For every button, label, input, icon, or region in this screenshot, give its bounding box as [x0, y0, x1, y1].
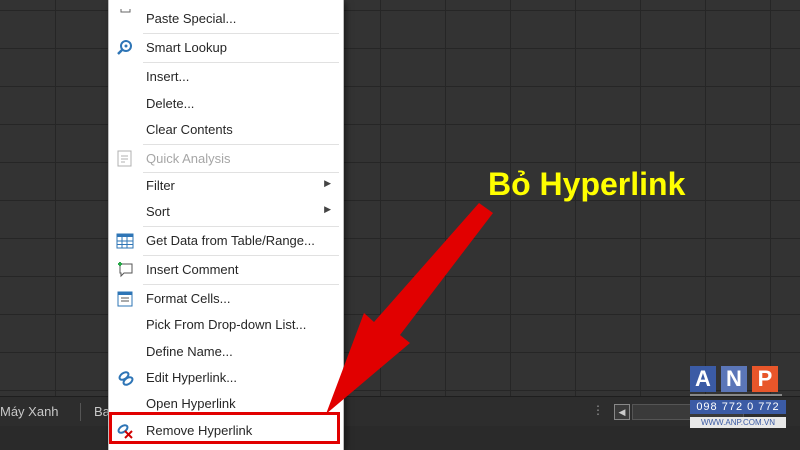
menu-item-label: Smart Lookup [146, 40, 227, 55]
logo-letter: P [752, 366, 778, 392]
logo-url: WWW.ANP.COM.VN [690, 417, 786, 428]
menu-item-pick-from-list[interactable]: Pick From Drop-down List... [109, 312, 343, 338]
menu-item-label: Quick Analysis [146, 151, 231, 166]
menu-item-label: Insert... [146, 69, 190, 84]
menu-item-label: Open Hyperlink [146, 396, 236, 411]
paste-icon [115, 2, 135, 29]
tab-split-handle[interactable]: ⋮ [592, 403, 604, 417]
menu-item-clear-contents[interactable]: Clear Contents [109, 117, 343, 143]
logo-divider [690, 394, 782, 396]
logo-letter: N [721, 366, 747, 392]
anp-logo: A N P 098 772 0 772 WWW.ANP.COM.VN [690, 366, 790, 436]
menu-item-label: Sort [146, 204, 170, 219]
context-menu: Paste Special... Smart Lookup Insert... … [108, 0, 344, 450]
menu-item-sort[interactable]: Sort ▶ [109, 199, 343, 225]
tab-divider [80, 403, 81, 421]
menu-item-delete[interactable]: Delete... [109, 91, 343, 117]
menu-separator [143, 226, 339, 227]
comment-icon [115, 260, 135, 280]
menu-item-insert[interactable]: Insert... [109, 64, 343, 90]
menu-item-label: Clear Contents [146, 122, 233, 137]
menu-item-label: Delete... [146, 96, 195, 111]
menu-separator [143, 284, 339, 285]
menu-item-label: Define Name... [146, 344, 233, 359]
menu-item-smart-lookup[interactable]: Smart Lookup [109, 35, 343, 61]
menu-separator [143, 33, 339, 34]
menu-item-define-name[interactable]: Define Name... [109, 339, 343, 365]
menu-item-label: Filter [146, 178, 175, 193]
menu-item-insert-comment[interactable]: Insert Comment [109, 257, 343, 283]
menu-item-label: Paste Special... [146, 11, 237, 26]
smart-lookup-icon [115, 38, 135, 58]
menu-item-label: Format Cells... [146, 291, 231, 306]
submenu-arrow-icon: ▶ [324, 178, 331, 188]
menu-item-label: Edit Hyperlink... [146, 370, 238, 385]
submenu-arrow-icon: ▶ [324, 204, 331, 214]
menu-item-filter[interactable]: Filter ▶ [109, 173, 343, 199]
menu-item-format-cells[interactable]: Format Cells... [109, 286, 343, 312]
logo-phone: 098 772 0 772 [690, 400, 786, 414]
menu-item-label: Get Data from Table/Range... [146, 233, 315, 248]
menu-separator [143, 62, 339, 63]
menu-item-quick-analysis: Quick Analysis [109, 146, 343, 172]
menu-item-paste-special[interactable]: Paste Special... [109, 2, 343, 32]
table-icon [115, 231, 135, 251]
annotation-label: Bỏ Hyperlink [488, 166, 686, 202]
menu-item-edit-hyperlink[interactable]: Edit Hyperlink... [109, 365, 343, 391]
edit-hyperlink-icon [115, 368, 135, 388]
scroll-left-button[interactable]: ◀ [614, 404, 630, 420]
format-cells-icon [115, 289, 135, 309]
menu-item-label: Pick From Drop-down List... [146, 317, 307, 332]
menu-separator [143, 255, 339, 256]
quick-analysis-icon [115, 149, 135, 169]
logo-letter: A [690, 366, 716, 392]
menu-separator [143, 144, 339, 145]
sheet-tab[interactable]: Máy Xanh [0, 397, 59, 427]
menu-item-label: Insert Comment [146, 262, 239, 277]
menu-item-get-data[interactable]: Get Data from Table/Range... [109, 228, 343, 254]
highlight-box [109, 412, 340, 444]
